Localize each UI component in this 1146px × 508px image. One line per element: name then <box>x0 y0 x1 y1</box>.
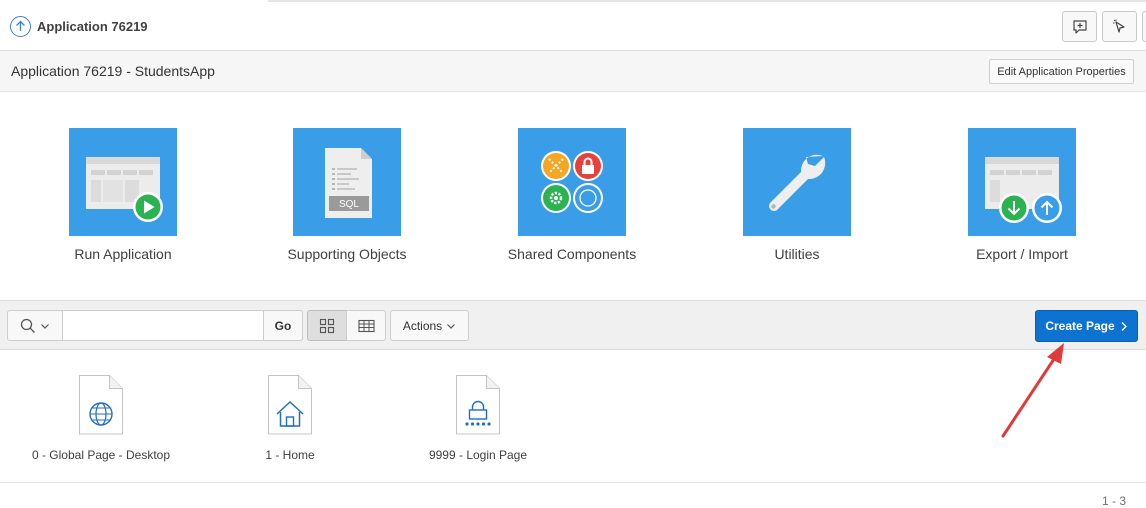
search-column-button[interactable] <box>7 310 63 341</box>
application-link[interactable]: Application 76219 <box>10 15 148 37</box>
page-item-label: 9999 - Login Page <box>428 448 528 462</box>
application-link-label: Application 76219 <box>37 18 148 34</box>
comment-plus-icon <box>1072 19 1087 34</box>
tile-label: Run Application <box>74 246 172 262</box>
lock-icon <box>456 375 500 435</box>
search-icon <box>20 318 35 333</box>
pagination-range: 1 - 3 <box>1101 494 1126 508</box>
search-input[interactable] <box>62 310 264 341</box>
grid-icon <box>319 318 335 333</box>
report-view-button[interactable] <box>346 310 386 341</box>
sql-document-icon: SQL <box>293 128 401 236</box>
create-page-button[interactable]: Create Page <box>1035 310 1138 342</box>
wrench-icon <box>743 128 851 236</box>
page-toolbar: Go Actions Create Page <box>0 300 1146 350</box>
actions-menu-button[interactable]: Actions <box>390 310 469 341</box>
tile-label: Shared Components <box>507 246 637 262</box>
icon-view-button[interactable] <box>307 310 347 341</box>
title-bar: Application 76219 - StudentsApp Edit App… <box>0 51 1146 92</box>
divider <box>0 482 1146 483</box>
feedback-button[interactable] <box>1062 11 1097 42</box>
pointer-icon <box>1112 19 1125 33</box>
chevron-down-icon <box>41 323 49 329</box>
tab-strip <box>268 0 1146 2</box>
home-icon <box>268 375 312 435</box>
tile-label: Supporting Objects <box>287 246 407 262</box>
up-arrow-icon <box>10 15 31 37</box>
actions-label: Actions <box>402 318 443 333</box>
page-item-label: 0 - Global Page - Desktop <box>31 448 171 462</box>
chevron-down-icon <box>447 323 456 329</box>
chevron-right-icon <box>1121 321 1127 331</box>
top-bar: Application 76219 <box>0 0 1146 51</box>
export-import-icon <box>968 128 1076 236</box>
page-title: Application 76219 - StudentsApp <box>11 63 215 79</box>
create-page-label: Create Page <box>1045 319 1115 333</box>
edit-application-properties-button[interactable]: Edit Application Properties <box>989 59 1134 84</box>
go-button[interactable]: Go <box>263 310 303 341</box>
tile-label: Export / Import <box>976 246 1068 262</box>
globe-icon <box>79 375 123 435</box>
tile-label: Utilities <box>774 246 820 262</box>
table-icon <box>357 319 375 332</box>
svg-text:SQL: SQL <box>339 199 359 210</box>
shared-components-icon <box>518 128 626 236</box>
page-item-label: 1 - Home <box>265 448 315 462</box>
more-button[interactable] <box>1142 11 1146 42</box>
developer-tools-button[interactable] <box>1102 11 1137 42</box>
run-application-icon <box>69 128 177 236</box>
